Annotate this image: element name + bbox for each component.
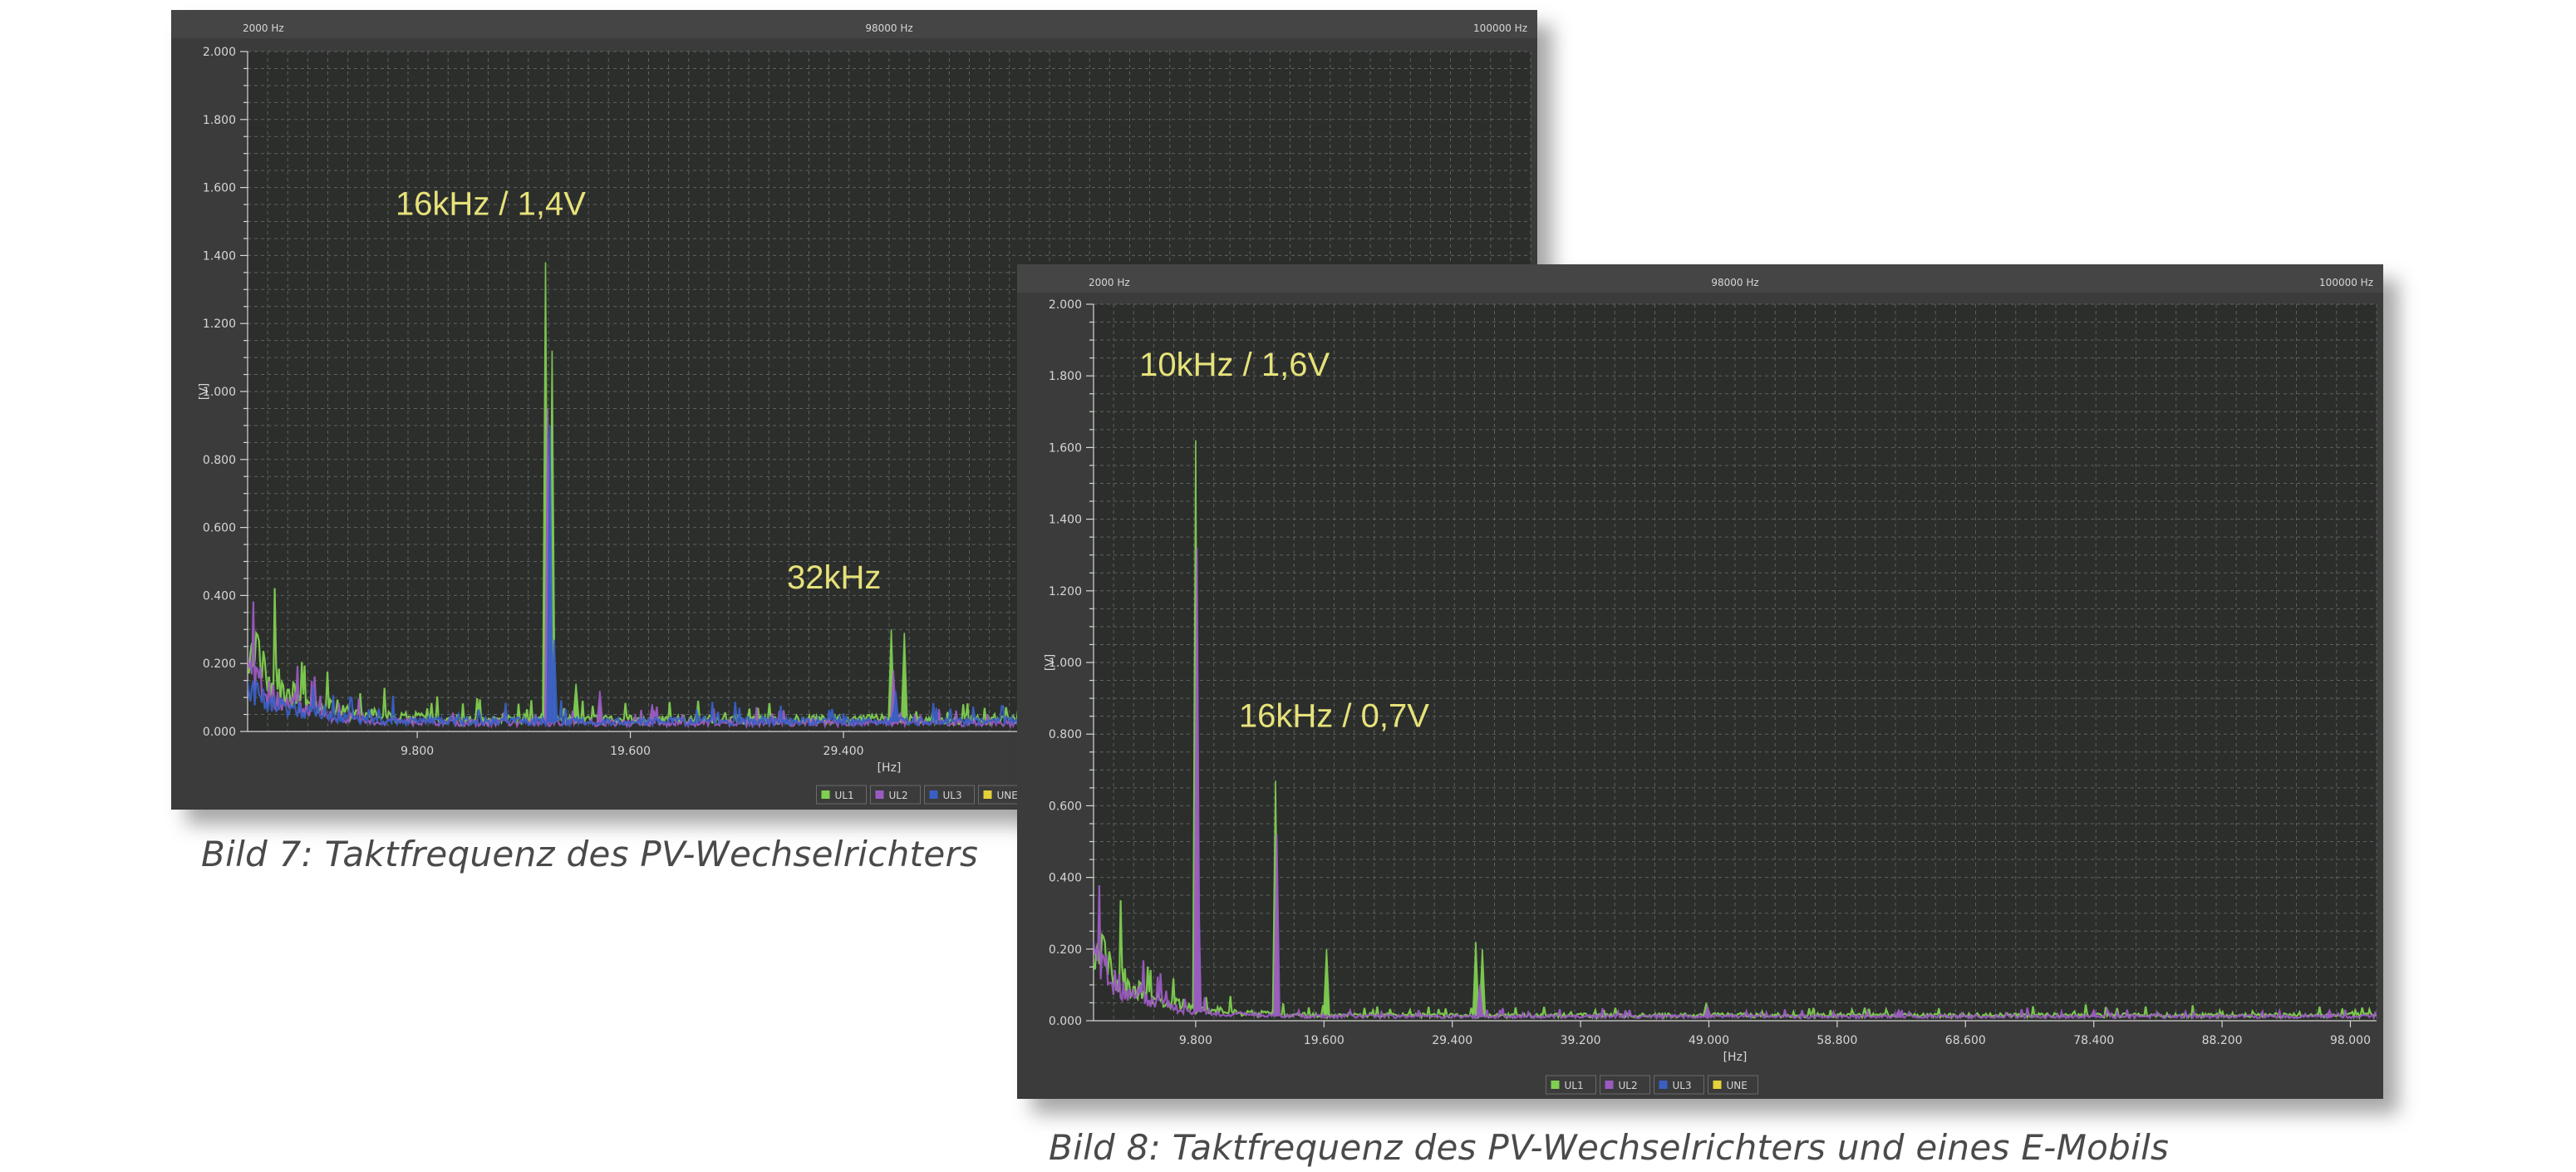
y-tick-label: 1.600 [1049,441,1082,455]
y-tick-label: 1.400 [203,249,236,263]
x-axis-label: [Hz] [1723,1051,1748,1064]
legend-label-UL3: UL3 [1673,1080,1692,1091]
top-label-start: 2000 Hz [243,22,284,34]
peak-annotation: 16kHz / 0,7V [1239,698,1429,735]
legend-swatch-UL3 [1659,1081,1668,1089]
legend-label-UNE: UNE [997,790,1018,801]
x-axis-label: [Hz] [878,761,902,775]
figure-caption-8: Bild 8: Taktfrequenz des PV-Wechselricht… [1049,1127,2170,1168]
x-tick-label: 29.400 [1432,1034,1472,1047]
y-tick-label: 0.800 [1049,728,1082,741]
x-axis [1094,1020,2377,1027]
y-axis-label: [V] [1044,654,1057,672]
y-tick-label: 0.600 [1049,800,1082,813]
peak-annotation: 16kHz / 1,4V [396,185,586,222]
y-tick-label: 0.600 [203,522,236,535]
legend-swatch-UL1 [821,790,830,799]
y-tick-label: 0.200 [203,657,236,671]
legend-label-UL1: UL1 [1565,1080,1584,1091]
x-tick-label: 98.000 [2330,1034,2371,1047]
y-axis [1086,303,1094,1022]
legend-swatch-UNE [1713,1081,1722,1089]
legend-swatch-UL2 [1605,1081,1614,1089]
top-label-end: 100000 Hz [2319,277,2373,288]
x-tick-label: 68.600 [1945,1034,1986,1047]
x-tick-label: 19.600 [610,745,651,758]
legend-label-UL2: UL2 [889,790,908,801]
chart-header-strip [1017,264,2383,293]
legend-swatch-UL2 [875,790,884,799]
top-label-middle: 98000 Hz [1711,277,1758,288]
top-label-middle: 98000 Hz [865,22,912,34]
y-tick-label: 1.800 [203,114,236,127]
legend-label-UL1: UL1 [835,790,854,801]
chart-panel-fig8: 2000 Hz 98000 Hz 100000 Hz 0.000 0.200 0.400 0… [1017,264,2383,1099]
legend-label-UNE: UNE [1727,1080,1748,1091]
x-tick-label: 49.000 [1689,1034,1729,1047]
legend-swatch-UL3 [929,790,938,799]
x-tick-label: 78.400 [2073,1034,2114,1047]
top-label-end: 100000 Hz [1473,22,1527,34]
y-tick-label: 2.000 [203,46,236,59]
legend-swatch-UL1 [1551,1081,1560,1089]
y-tick-label: 1.600 [203,182,236,195]
y-tick-label: 0.800 [203,454,236,467]
x-tick-label: 9.800 [401,745,434,758]
y-axis-label: [V] [198,383,211,401]
chart-header-strip [171,10,1537,38]
y-tick-label: 0.400 [1049,872,1082,885]
x-tick-label: 58.800 [1816,1034,1857,1047]
x-tick-label: 88.200 [2202,1034,2243,1047]
figure-caption-7: Bild 7: Taktfrequenz des PV-Wechselricht… [201,834,979,874]
y-tick-label: 1.200 [203,318,236,331]
y-tick-label: 0.400 [203,589,236,603]
peak-annotation: 10kHz / 1,6V [1139,347,1330,383]
x-tick-label: 9.800 [1179,1034,1212,1047]
y-tick-label: 0.000 [203,726,236,739]
x-tick-label: 39.200 [1561,1034,1601,1047]
y-tick-label: 0.200 [1049,943,1082,957]
x-tick-label: 19.600 [1304,1034,1345,1047]
x-tick-label: 29.400 [823,745,864,758]
legend-swatch-UNE [983,790,992,799]
y-tick-label: 2.000 [1049,298,1082,312]
top-label-start: 2000 Hz [1089,277,1130,288]
y-tick-label: 1.400 [1049,514,1082,527]
y-tick-label: 0.000 [1049,1015,1082,1028]
y-tick-label: 1.800 [1049,370,1082,383]
y-axis [240,51,248,732]
peak-annotation: 32kHz [787,559,881,596]
y-tick-label: 1.200 [1049,585,1082,598]
legend-label-UL2: UL2 [1619,1080,1638,1091]
legend-label-UL3: UL3 [943,790,962,801]
spectrum-chart-fig8: 2000 Hz 98000 Hz 100000 Hz 0.000 0.200 0.400 0… [1017,264,2383,1095]
